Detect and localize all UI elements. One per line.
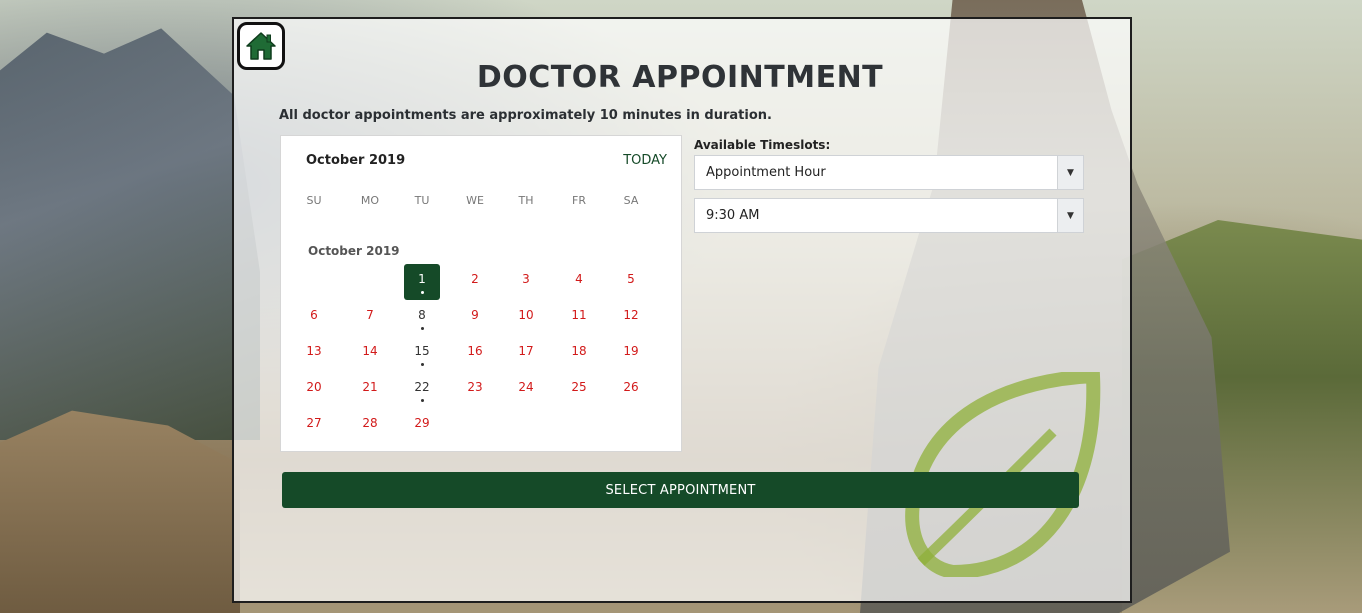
hour-select[interactable]: Appointment Hour ▼ bbox=[694, 155, 1084, 190]
calendar-day[interactable]: 7 bbox=[352, 300, 388, 336]
calendar-day[interactable]: 29 bbox=[404, 408, 440, 444]
calendar-section-month: October 2019 bbox=[308, 244, 400, 258]
weekday-header: WE bbox=[466, 194, 484, 207]
date-picker: October 2019 TODAY SU MO TU WE TH FR SA Octobe… bbox=[280, 135, 682, 452]
calendar-day[interactable]: 10 bbox=[508, 300, 544, 336]
time-select[interactable]: 9:30 AM ▼ bbox=[694, 198, 1084, 233]
calendar-day[interactable]: 4 bbox=[561, 264, 597, 300]
calendar-day[interactable]: 14 bbox=[352, 336, 388, 372]
calendar-day[interactable]: 28 bbox=[352, 408, 388, 444]
calendar-day[interactable]: 17 bbox=[508, 336, 544, 372]
weekday-header: MO bbox=[360, 194, 380, 207]
calendar-day[interactable]: 2 bbox=[457, 264, 493, 300]
weekday-header: TH bbox=[518, 194, 534, 207]
calendar-day[interactable]: 9 bbox=[457, 300, 493, 336]
calendar-day[interactable]: 8 bbox=[404, 300, 440, 336]
calendar-day[interactable]: 24 bbox=[508, 372, 544, 408]
calendar-day[interactable]: 19 bbox=[613, 336, 649, 372]
calendar-day[interactable]: 5 bbox=[613, 264, 649, 300]
calendar-month-label: October 2019 bbox=[306, 153, 406, 168]
weekday-header: SU bbox=[306, 194, 322, 207]
calendar-day[interactable]: 26 bbox=[613, 372, 649, 408]
duration-note: All doctor appointments are approximatel… bbox=[279, 108, 772, 123]
calendar-day[interactable]: 13 bbox=[296, 336, 332, 372]
calendar-day[interactable]: 12 bbox=[613, 300, 649, 336]
calendar-day[interactable]: 27 bbox=[296, 408, 332, 444]
calendar-day[interactable]: 23 bbox=[457, 372, 493, 408]
weekday-header: SA bbox=[623, 194, 639, 207]
calendar-day[interactable]: 16 bbox=[457, 336, 493, 372]
calendar-day[interactable]: 3 bbox=[508, 264, 544, 300]
calendar-day[interactable]: 1 bbox=[404, 264, 440, 300]
calendar-day[interactable]: 22 bbox=[404, 372, 440, 408]
availability-dot bbox=[420, 399, 424, 402]
chevron-down-icon: ▼ bbox=[1057, 199, 1083, 232]
hour-select-value: Appointment Hour bbox=[706, 165, 826, 180]
calendar-day[interactable]: 11 bbox=[561, 300, 597, 336]
calendar-day[interactable]: 15 bbox=[404, 336, 440, 372]
calendar-day[interactable]: 18 bbox=[561, 336, 597, 372]
availability-dot bbox=[420, 363, 424, 366]
weekday-header: TU bbox=[414, 194, 430, 207]
time-select-value: 9:30 AM bbox=[706, 208, 760, 223]
calendar-day[interactable]: 25 bbox=[561, 372, 597, 408]
calendar-day[interactable]: 20 bbox=[296, 372, 332, 408]
availability-dot bbox=[420, 291, 424, 294]
page-title: DOCTOR APPOINTMENT bbox=[476, 60, 884, 95]
timeslots-label: Available Timeslots: bbox=[694, 138, 831, 152]
calendar-day[interactable]: 6 bbox=[296, 300, 332, 336]
calendar-day[interactable]: 21 bbox=[352, 372, 388, 408]
weekday-header: FR bbox=[572, 194, 586, 207]
home-icon bbox=[246, 32, 276, 60]
availability-dot bbox=[420, 327, 424, 330]
select-appointment-button[interactable]: SELECT APPOINTMENT bbox=[282, 472, 1079, 508]
chevron-down-icon: ▼ bbox=[1057, 156, 1083, 189]
today-button[interactable]: TODAY bbox=[623, 153, 667, 168]
